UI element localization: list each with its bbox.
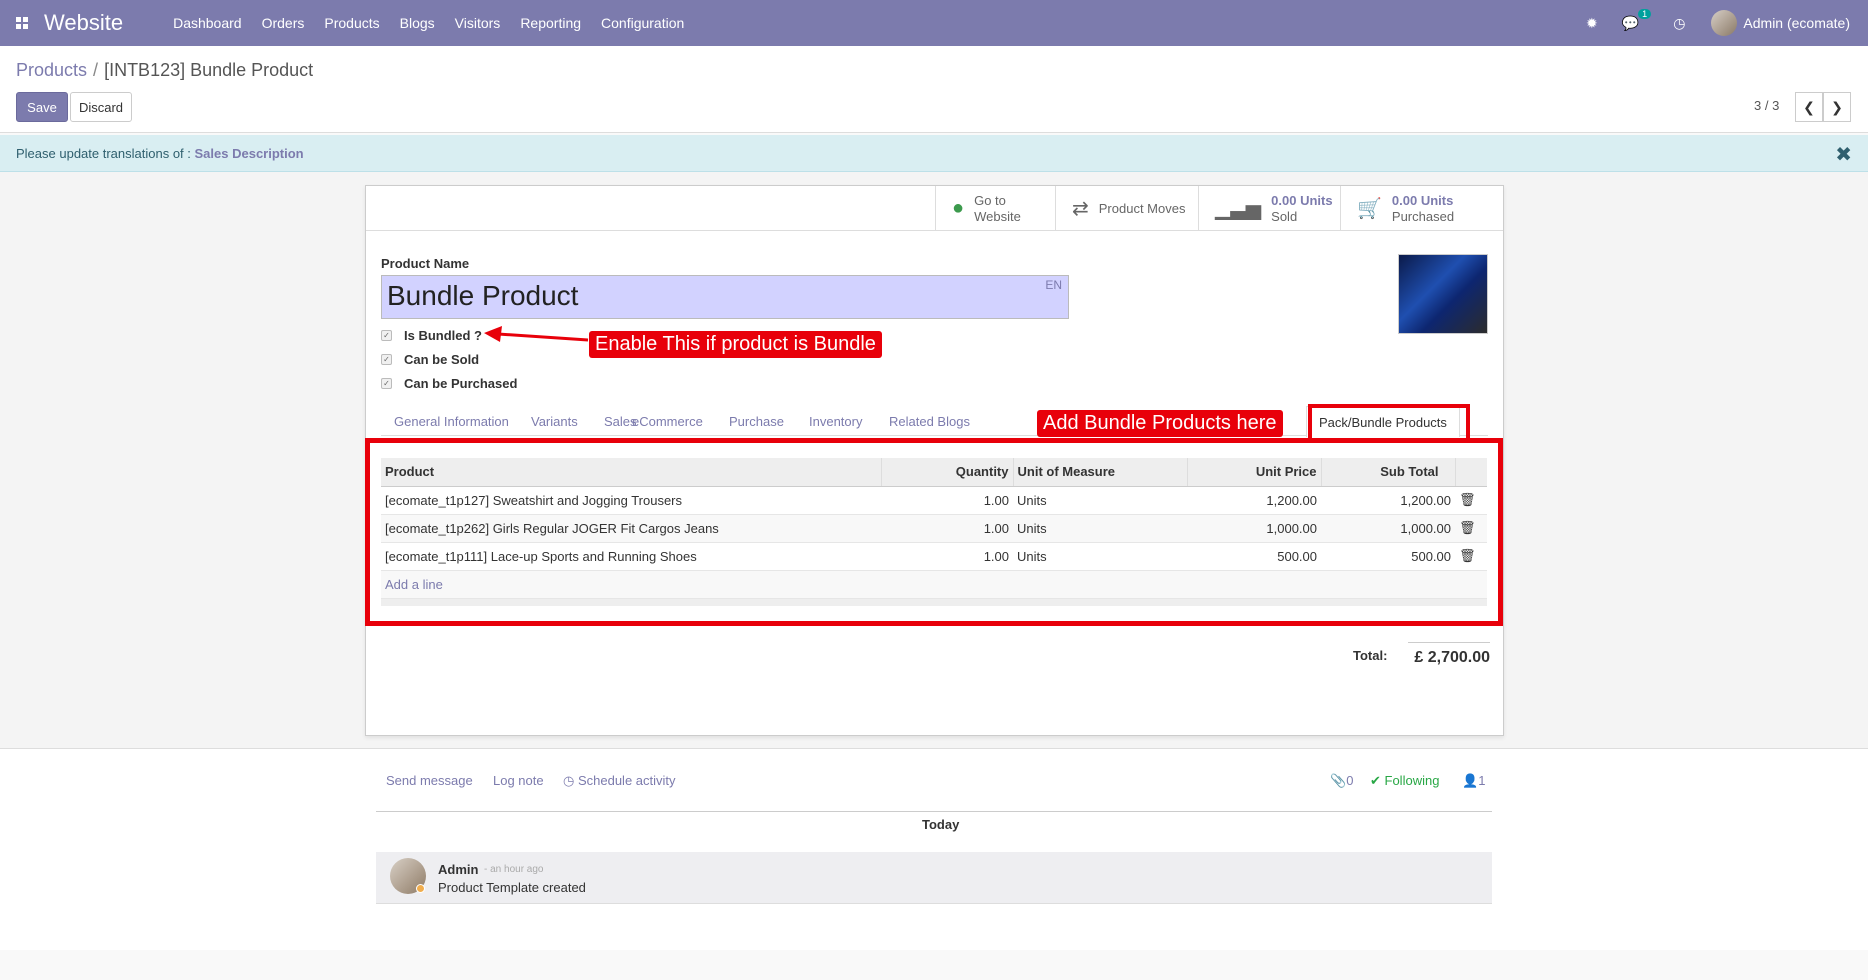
debug-bug-icon[interactable]: ✹	[1586, 15, 1598, 32]
go-to-website-label: Go to Website	[974, 192, 1021, 224]
app-brand[interactable]: Website	[44, 10, 123, 36]
annotation-add-bundle-products: Add Bundle Products here	[1037, 410, 1283, 437]
can-be-sold-checkbox[interactable]: ✓	[381, 354, 392, 365]
status-dot	[416, 884, 425, 893]
chatter: Send message Log note ◷ Schedule activit…	[0, 748, 1868, 950]
pager-next-button[interactable]: ❯	[1823, 92, 1851, 122]
attachments-count: 0	[1346, 773, 1354, 788]
product-name-value: Bundle Product	[387, 280, 579, 311]
messages-badge: 1	[1638, 8, 1652, 19]
total-value: £ 2,700.00	[1408, 642, 1490, 667]
total-label: Total:	[1353, 648, 1388, 663]
annotation-arrow	[484, 326, 589, 342]
product-name-input[interactable]: Bundle Product EN	[381, 275, 1069, 319]
schedule-activity-button[interactable]: ◷ Schedule activity	[563, 773, 676, 789]
menu-products[interactable]: Products	[314, 15, 389, 31]
main-menu: Dashboard Orders Products Blogs Visitors…	[163, 15, 694, 31]
following-label: Following	[1384, 773, 1440, 788]
chevron-left-icon: ❮	[1803, 98, 1815, 115]
attachments-button[interactable]: 📎0	[1330, 773, 1353, 789]
can-be-sold-label: Can be Sold	[404, 352, 480, 367]
message-body: Product Template created	[438, 880, 586, 895]
menu-dashboard[interactable]: Dashboard	[163, 15, 252, 31]
messages-icon[interactable]: 💬 1	[1622, 8, 1652, 32]
alert-message: Please update translations of :	[16, 146, 195, 161]
user-avatar	[1711, 10, 1738, 36]
units-sold-button[interactable]: ▁▃▅ 0.00 Units Sold	[1198, 186, 1340, 231]
message-time: - an hour ago	[484, 864, 544, 875]
tab-variants[interactable]: Variants	[531, 414, 578, 429]
followers-button[interactable]: 👤1	[1462, 773, 1485, 789]
alert-field-link[interactable]: Sales Description	[195, 146, 304, 161]
menu-reporting[interactable]: Reporting	[510, 15, 591, 31]
user-menu[interactable]: Admin (ecomate)	[1711, 10, 1850, 36]
signal-bars-icon: ▁▃▅	[1215, 198, 1262, 220]
menu-blogs[interactable]: Blogs	[390, 15, 445, 31]
can-be-purchased-label: Can be Purchased	[404, 376, 518, 391]
breadcrumb-products-link[interactable]: Products	[16, 60, 87, 80]
message-author[interactable]: Admin	[438, 862, 478, 877]
units-sold-label: 0.00 Units Sold	[1271, 192, 1333, 224]
user-name: Admin (ecomate)	[1743, 15, 1850, 31]
clock-icon: ◷	[563, 773, 578, 788]
exchange-arrows-icon: ⇄	[1072, 198, 1089, 220]
menu-visitors[interactable]: Visitors	[445, 15, 511, 31]
pager-previous-button[interactable]: ❮	[1795, 92, 1823, 122]
activity-clock-icon[interactable]: ◷	[1673, 15, 1685, 32]
tab-related-blogs[interactable]: Related Blogs	[889, 414, 970, 429]
button-box: ● Go to Website ⇄ Product Moves ▁▃▅ 0.00 …	[366, 186, 1503, 231]
units-purchased-label: 0.00 Units Purchased	[1391, 192, 1455, 224]
close-icon[interactable]: ✖	[1835, 142, 1852, 167]
chatter-message: Admin - an hour ago Product Template cre…	[376, 852, 1492, 904]
can-be-sold-checkbox-row[interactable]: ✓ Can be Sold	[381, 352, 479, 367]
shopping-cart-icon: 🛒	[1357, 198, 1382, 220]
top-navbar: Website Dashboard Orders Products Blogs …	[0, 0, 1868, 46]
is-bundled-checkbox[interactable]: ✓	[381, 330, 392, 341]
chevron-right-icon: ❯	[1831, 98, 1843, 115]
tab-ecommerce[interactable]: eCommerce	[632, 414, 703, 429]
tab-inventory[interactable]: Inventory	[809, 414, 862, 429]
product-image[interactable]	[1398, 254, 1488, 334]
translation-alert: Please update translations of : Sales De…	[0, 135, 1868, 172]
log-note-button[interactable]: Log note	[493, 773, 544, 788]
date-separator-label: Today	[910, 817, 972, 832]
menu-configuration[interactable]: Configuration	[591, 15, 694, 31]
check-icon: ✔	[1370, 773, 1385, 788]
date-separator-line	[376, 811, 1492, 812]
apps-grid-icon	[16, 17, 28, 29]
breadcrumb-separator: /	[93, 60, 99, 80]
save-button[interactable]: Save	[16, 92, 68, 122]
menu-orders[interactable]: Orders	[252, 15, 315, 31]
units-purchased-button[interactable]: 🛒 0.00 Units Purchased	[1340, 186, 1503, 231]
following-button[interactable]: ✔ Following	[1370, 773, 1439, 789]
bundle-tab-highlight-box	[1308, 404, 1470, 442]
product-name-label: Product Name	[381, 256, 470, 271]
translate-lang-button[interactable]: EN	[1045, 278, 1062, 292]
is-bundled-checkbox-row[interactable]: ✓ Is Bundled ?	[381, 328, 482, 343]
is-bundled-label: Is Bundled ?	[404, 328, 482, 343]
annotation-enable-bundle: Enable This if product is Bundle	[589, 331, 882, 358]
navbar-right: ✹ 💬 1 ◷ Admin (ecomate)	[1574, 0, 1868, 46]
tab-purchase[interactable]: Purchase	[729, 414, 784, 429]
alert-text: Please update translations of : Sales De…	[16, 146, 304, 161]
breadcrumb: Products / [INTB123] Bundle Product	[16, 60, 313, 81]
apps-menu-button[interactable]	[0, 0, 32, 46]
globe-icon: ●	[952, 197, 965, 219]
bundle-grid-highlight-box	[365, 438, 1503, 626]
breadcrumb-current: [INTB123] Bundle Product	[104, 60, 314, 80]
product-moves-button[interactable]: ⇄ Product Moves	[1055, 186, 1198, 231]
followers-count: 1	[1478, 773, 1486, 788]
control-panel: Products / [INTB123] Bundle Product Save D…	[0, 46, 1868, 133]
discard-button[interactable]: Discard	[70, 92, 132, 122]
can-be-purchased-checkbox-row[interactable]: ✓ Can be Purchased	[381, 376, 517, 391]
can-be-purchased-checkbox[interactable]: ✓	[381, 378, 392, 389]
send-message-button[interactable]: Send message	[386, 773, 473, 788]
product-moves-label: Product Moves	[1098, 200, 1186, 216]
go-to-website-button[interactable]: ● Go to Website	[935, 186, 1055, 231]
schedule-activity-label: Schedule activity	[577, 773, 676, 788]
paperclip-icon: 📎	[1330, 773, 1347, 788]
pager-value[interactable]: 3 / 3	[1754, 98, 1779, 113]
tab-general-information[interactable]: General Information	[394, 414, 509, 429]
user-icon: 👤	[1462, 773, 1479, 788]
